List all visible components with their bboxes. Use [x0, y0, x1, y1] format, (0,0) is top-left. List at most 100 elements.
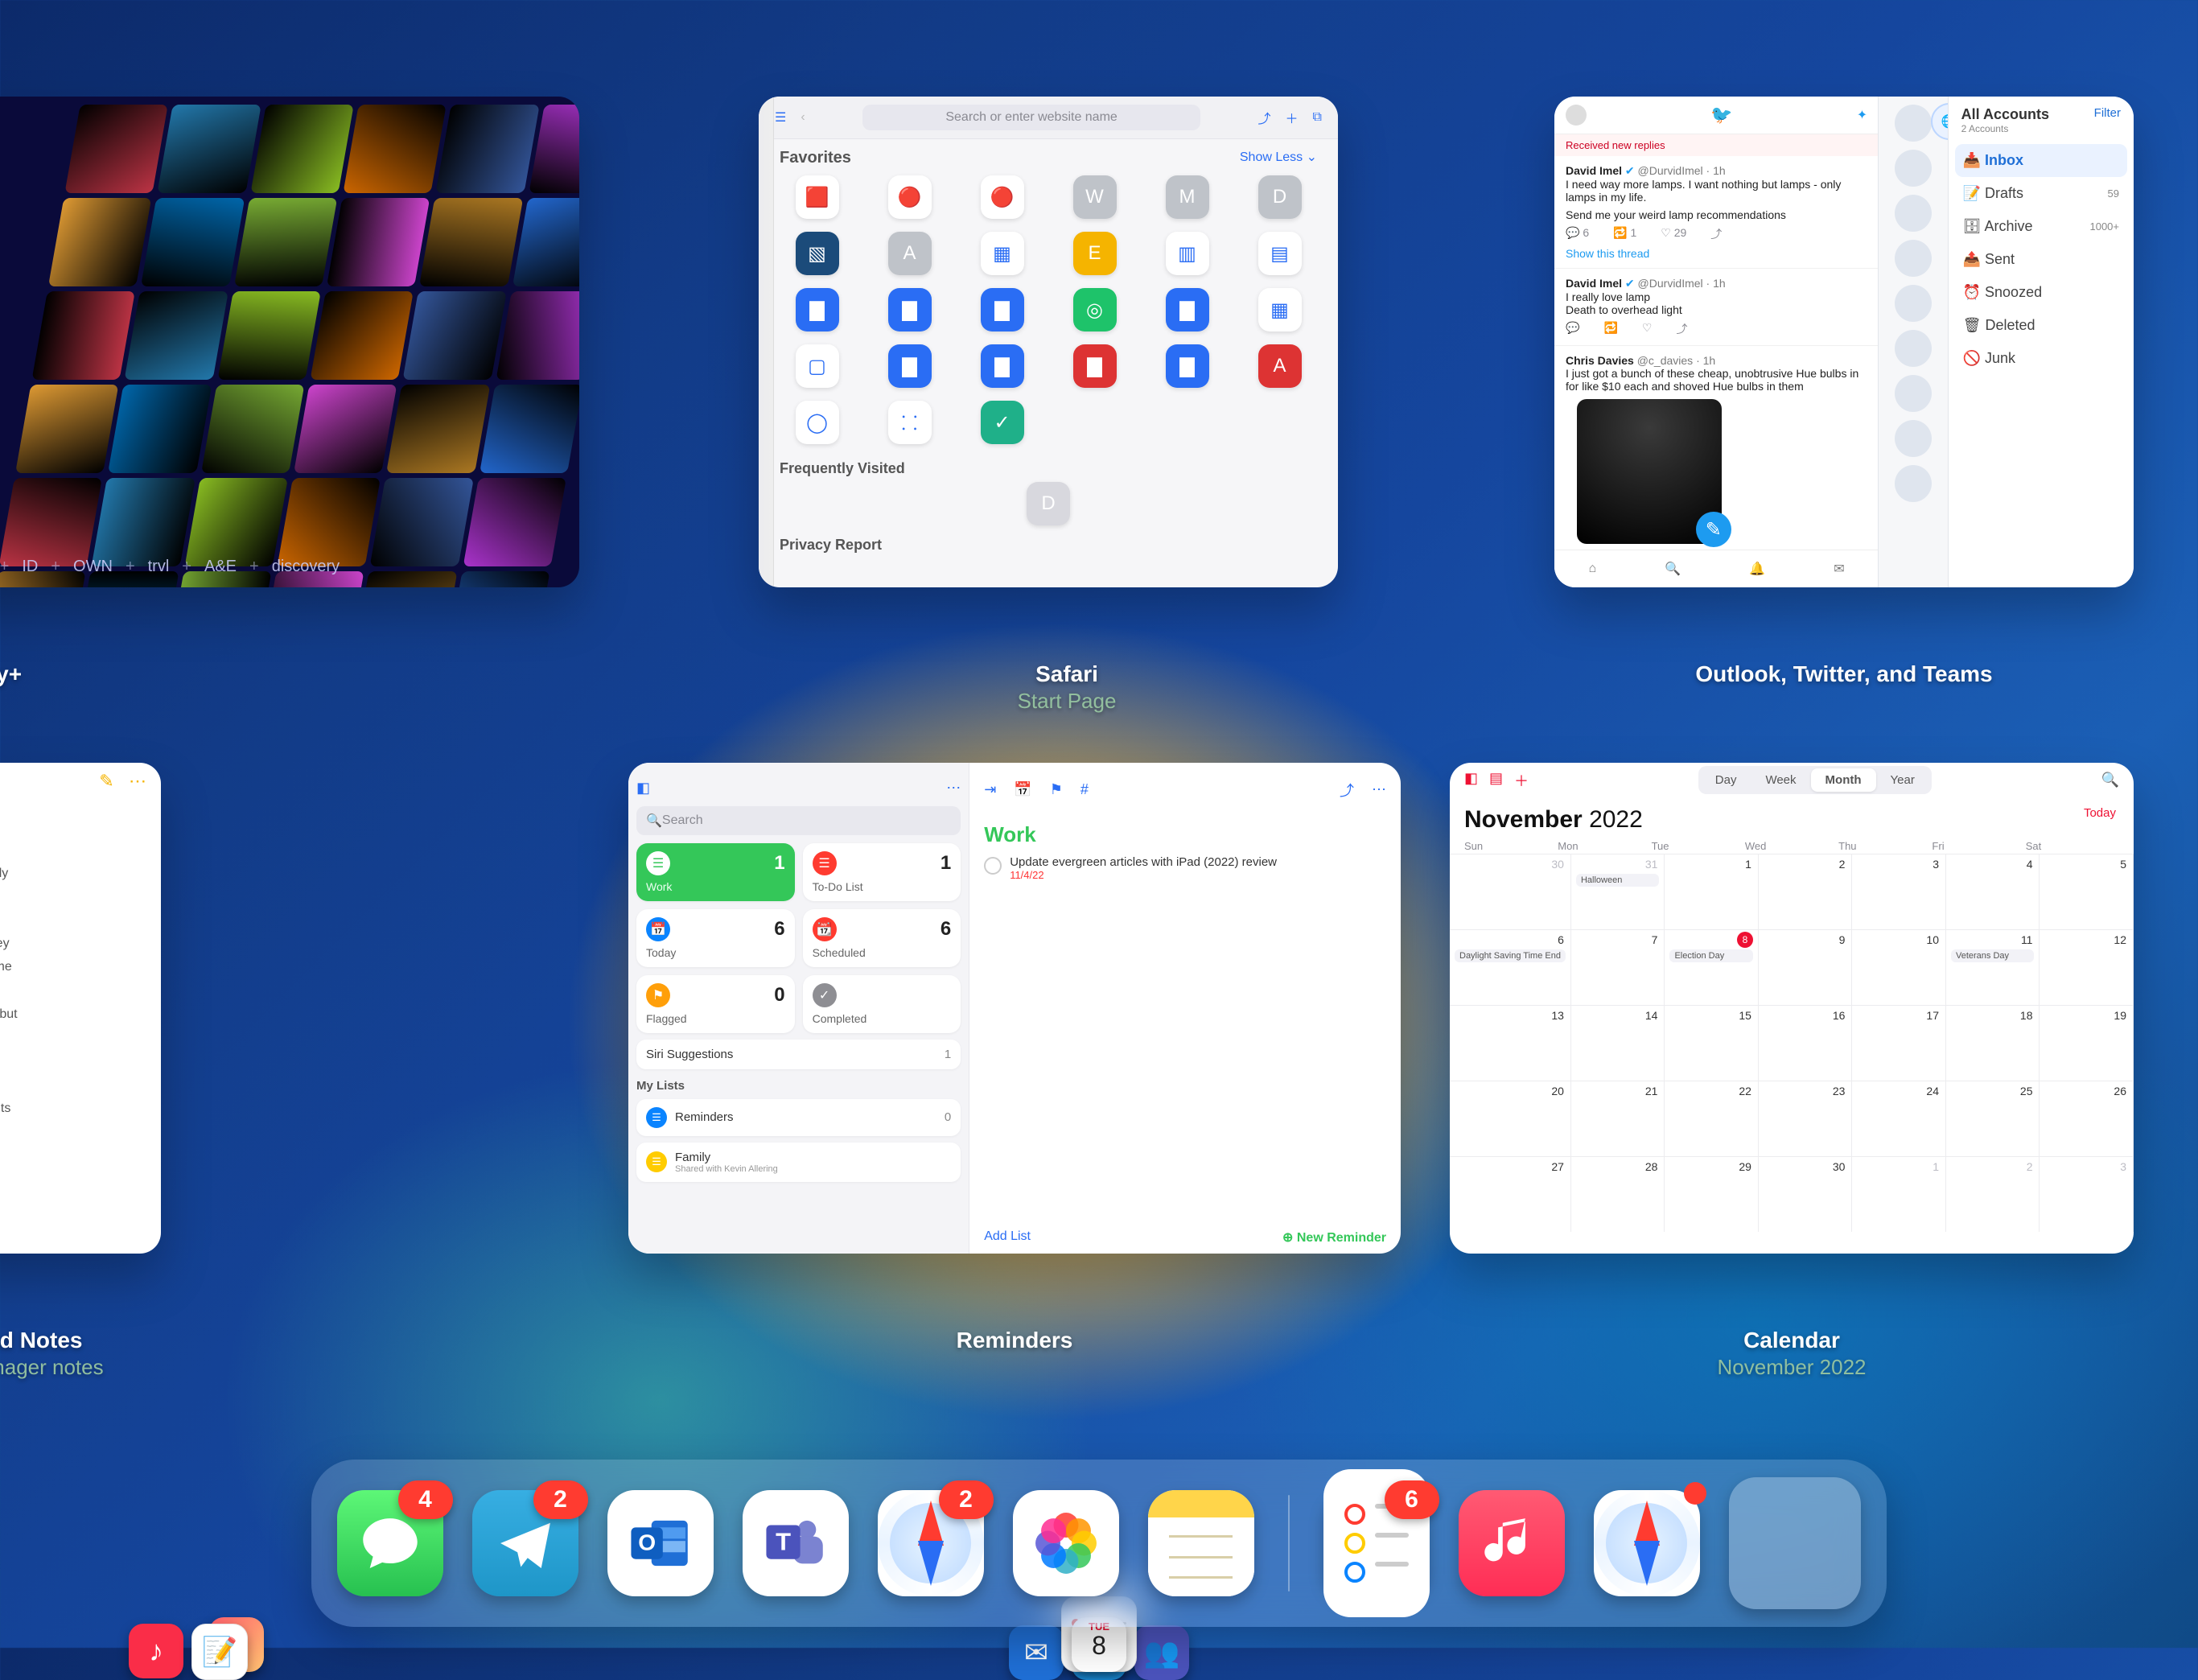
favorite-item[interactable]: ✓: [960, 401, 1044, 449]
dock-telegram[interactable]: 2: [472, 1490, 578, 1596]
calendar-cell[interactable]: 6Daylight Saving Time End: [1450, 929, 1571, 1005]
tweet-1[interactable]: David Imel ✔ @DurvidImel · 1h I need way…: [1554, 156, 1879, 269]
folder-archive[interactable]: 🗄 Archive1000+: [1955, 210, 2127, 243]
favorite-item[interactable]: ▦: [1237, 288, 1322, 336]
show-poster[interactable]: [447, 571, 550, 587]
favorite-item[interactable]: M: [1145, 175, 1229, 224]
safari-address-bar[interactable]: Search or enter website name: [862, 105, 1200, 130]
search-icon[interactable]: 🔍: [2101, 772, 2119, 789]
calendar-cell[interactable]: 16: [1759, 1005, 1853, 1081]
tile-safari[interactable]: ☰ ‹ Search or enter website name ⤴ ＋ ⧉ F…: [777, 97, 1356, 714]
teams-avatar[interactable]: [1895, 150, 1932, 187]
reminders-thumbnail[interactable]: ◧⋯ 🔍 Search ☰1Work☰1To-Do List📅6Today📆6S…: [628, 763, 1401, 1254]
show-poster[interactable]: [158, 105, 261, 193]
show-poster[interactable]: [125, 291, 228, 380]
show-poster[interactable]: [141, 198, 245, 286]
today-link[interactable]: Today: [2084, 806, 2116, 820]
favorite-item[interactable]: ▇: [960, 344, 1044, 393]
dock-outlook[interactable]: O: [607, 1490, 714, 1596]
favorite-item[interactable]: ▇: [775, 288, 859, 336]
teams-avatar[interactable]: [1895, 375, 1932, 412]
show-poster[interactable]: [310, 291, 414, 380]
dock-photos[interactable]: [1013, 1490, 1119, 1596]
calendar-cell[interactable]: 29: [1665, 1156, 1759, 1232]
calendar-cell[interactable]: 24: [1852, 1081, 1946, 1156]
calendar-cell[interactable]: 1: [1852, 1156, 1946, 1232]
seg-day[interactable]: Day: [1701, 768, 1751, 792]
show-poster[interactable]: [327, 198, 430, 286]
show-poster[interactable]: [184, 478, 288, 566]
triple-thumbnail[interactable]: 🐦 ✦ Received new replies David Imel ✔ @D…: [1554, 97, 2134, 587]
show-poster[interactable]: [201, 385, 305, 473]
new-reminder-button[interactable]: ⊕ New Reminder: [1282, 1229, 1386, 1246]
teams-avatar[interactable]: [1895, 330, 1932, 367]
favorite-item[interactable]: ▇: [867, 344, 952, 393]
calendar-cell[interactable]: 28: [1571, 1156, 1665, 1232]
calendar-cell[interactable]: 27: [1450, 1156, 1571, 1232]
smart-list-scheduled[interactable]: 📆6Scheduled: [803, 909, 961, 967]
favorite-item[interactable]: ▢: [775, 344, 859, 393]
calendar-cell[interactable]: 15: [1665, 1005, 1759, 1081]
calendar-cell[interactable]: 2: [1759, 854, 1853, 929]
folder-junk[interactable]: 🚫 Junk: [1955, 342, 2127, 375]
folder-deleted[interactable]: 🗑 Deleted: [1955, 309, 2127, 342]
tile-notes[interactable]: Aa ☑ ▦ 🖼 ✎ ⋯ anager notes ps open with t…: [0, 763, 579, 1381]
show-poster[interactable]: [92, 478, 196, 566]
reminders-search[interactable]: 🔍 Search: [636, 806, 961, 835]
dock-messages[interactable]: 4: [337, 1490, 443, 1596]
more-icon[interactable]: ⋯: [1372, 781, 1386, 798]
show-poster[interactable]: [463, 478, 566, 566]
seg-year[interactable]: Year: [1876, 768, 1929, 792]
sidebar-toggle-icon[interactable]: ◧: [1464, 770, 1478, 791]
calendar-cell[interactable]: 26: [2040, 1081, 2134, 1156]
more-icon[interactable]: ⋯: [129, 771, 146, 791]
seg-week[interactable]: Week: [1751, 768, 1810, 792]
tile-discovery[interactable]: r Everyone als and personalities alls, a…: [0, 97, 579, 714]
smart-list-to-do-list[interactable]: ☰1To-Do List: [803, 843, 961, 901]
sidebar-toggle-icon[interactable]: ◧: [636, 780, 650, 797]
dock-folder[interactable]: [1729, 1477, 1861, 1609]
smart-list-completed[interactable]: ✓Completed: [803, 975, 961, 1033]
favorite-item[interactable]: ▇: [1052, 344, 1137, 393]
calendar-cell[interactable]: 10: [1852, 929, 1946, 1005]
calendar-cell[interactable]: 23: [1759, 1081, 1853, 1156]
teams-avatar[interactable]: [1895, 240, 1932, 277]
tweet-2[interactable]: David Imel ✔ @DurvidImel · 1h I really l…: [1554, 269, 1879, 346]
freq-visited-item[interactable]: D: [775, 482, 1322, 525]
calendar-cell[interactable]: 17: [1852, 1005, 1946, 1081]
reminder-task[interactable]: Update evergreen articles with iPad (202…: [984, 855, 1386, 881]
twitter-compose-fab[interactable]: ✎: [1696, 512, 1731, 547]
show-less-link[interactable]: Show Less ⌄: [1240, 149, 1317, 167]
favorite-item[interactable]: ▦: [960, 232, 1044, 280]
smart-list-today[interactable]: 📅6Today: [636, 909, 795, 967]
calendar-cell[interactable]: 21: [1571, 1081, 1665, 1156]
favorite-item[interactable]: ▇: [1145, 344, 1229, 393]
sidebar-icon[interactable]: ☰: [775, 109, 786, 126]
calendars-icon[interactable]: ▤: [1489, 770, 1503, 791]
reply-icon[interactable]: 💬 6: [1566, 226, 1589, 242]
calendar-cell[interactable]: 12: [2040, 929, 2134, 1005]
calendar-thumbnail[interactable]: ◧ ▤ ＋ DayWeekMonthYear 🔍 November 2022 T…: [1450, 763, 2134, 1254]
show-poster[interactable]: [64, 105, 168, 193]
tag-icon[interactable]: #: [1080, 781, 1089, 798]
new-tab-icon[interactable]: ＋: [1286, 108, 1299, 127]
calendar-cell[interactable]: 7: [1571, 929, 1665, 1005]
show-poster[interactable]: [217, 291, 321, 380]
smart-list-flagged[interactable]: ⚑0Flagged: [636, 975, 795, 1033]
favorite-item[interactable]: ⸬: [867, 401, 952, 449]
show-poster[interactable]: [343, 105, 447, 193]
show-poster[interactable]: [480, 385, 579, 473]
favorite-item[interactable]: ▤: [1237, 232, 1322, 280]
flag-icon[interactable]: ⚑: [1050, 781, 1063, 798]
dock-notes[interactable]: [1148, 1490, 1254, 1596]
show-poster[interactable]: [370, 478, 474, 566]
calendar-cell[interactable]: 22: [1665, 1081, 1759, 1156]
folder-drafts[interactable]: 📝 Drafts59: [1955, 177, 2127, 210]
markup-icon[interactable]: ✎: [99, 771, 113, 791]
show-poster[interactable]: [31, 291, 135, 380]
favorite-item[interactable]: ▇: [960, 288, 1044, 336]
favorite-item[interactable]: ▇: [867, 288, 952, 336]
subtask-icon[interactable]: ⇥: [984, 781, 996, 798]
show-poster[interactable]: [15, 385, 119, 473]
calendar-cell[interactable]: 2: [1946, 1156, 2040, 1232]
